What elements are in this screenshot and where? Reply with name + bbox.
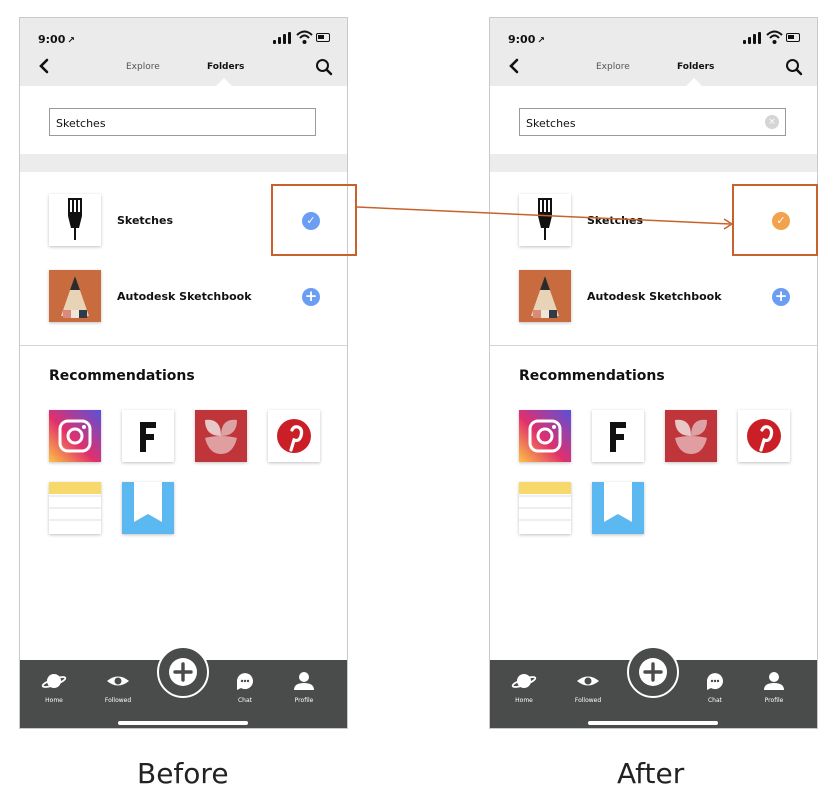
chat-bubble-icon (707, 673, 723, 690)
tab-home[interactable]: Home (504, 672, 544, 704)
system-status-icons (273, 30, 333, 45)
instagram-icon[interactable] (49, 410, 101, 462)
pencil-icon (49, 270, 101, 322)
status-time: 9:00 ↗ (38, 33, 75, 46)
eye-icon (577, 676, 599, 686)
top-bar: 9:00 ↗ Explore Folders (20, 18, 347, 86)
tab-followed[interactable]: Followed (568, 672, 608, 704)
pen-nib-icon (519, 194, 571, 246)
location-arrow-icon: ↗ (67, 36, 75, 46)
font-f-icon[interactable] (122, 410, 174, 462)
wifi-icon (766, 30, 783, 44)
highlight-box-after (732, 184, 818, 256)
folder-row-autodesk-sketchbook[interactable]: Autodesk Sketchbook + (20, 270, 347, 326)
system-status-icons (743, 30, 803, 45)
phone-screen-before: 9:00 ↗ Explore Folders Sketches Sketches … (19, 17, 348, 729)
search-input[interactable]: Sketches (49, 108, 316, 136)
search-icon[interactable] (315, 58, 333, 76)
tab-explore[interactable]: Explore (596, 62, 630, 72)
search-input[interactable]: Sketches × (519, 108, 786, 136)
folder-name: Sketches (117, 214, 174, 227)
signal-icon (743, 32, 761, 44)
search-icon[interactable] (785, 58, 803, 76)
location-arrow-icon: ↗ (537, 36, 545, 46)
add-post-button[interactable] (627, 646, 679, 698)
font-f-icon[interactable] (592, 410, 644, 462)
planet-icon (41, 674, 67, 688)
caption-after: After (617, 757, 685, 790)
active-tab-indicator (686, 78, 702, 86)
add-circle-icon[interactable]: + (772, 288, 790, 306)
planet-icon (511, 674, 537, 688)
tab-chat[interactable]: Chat (225, 672, 265, 704)
folder-name: Autodesk Sketchbook (117, 290, 252, 303)
battery-icon (786, 33, 800, 42)
plus-circle-icon (639, 658, 667, 686)
notes-icon[interactable] (519, 482, 571, 534)
clear-search-icon[interactable]: × (765, 115, 779, 129)
add-post-button[interactable] (157, 646, 209, 698)
battery-icon (316, 33, 330, 42)
pinterest-icon[interactable] (738, 410, 790, 462)
chevron-left-icon[interactable] (36, 58, 52, 74)
notes-icon[interactable] (49, 482, 101, 534)
pinterest-icon[interactable] (268, 410, 320, 462)
recommendations-title: Recommendations (49, 368, 195, 384)
recommendations-title: Recommendations (519, 368, 665, 384)
bookmark-icon[interactable] (122, 482, 174, 534)
search-input-value: Sketches (56, 117, 106, 130)
signal-icon (273, 32, 291, 44)
wifi-icon (296, 30, 313, 44)
instagram-icon[interactable] (519, 410, 571, 462)
pencil-icon (519, 270, 571, 322)
divider (20, 345, 347, 346)
plus-circle-icon (169, 658, 197, 686)
active-tab-indicator (216, 78, 232, 86)
bottom-tab-bar: Home Followed Chat Profile (490, 646, 817, 728)
tab-chat[interactable]: Chat (695, 672, 735, 704)
add-circle-icon[interactable]: + (302, 288, 320, 306)
bookmark-icon[interactable] (592, 482, 644, 534)
eye-icon (107, 676, 129, 686)
tab-home[interactable]: Home (34, 672, 74, 704)
top-bar: 9:00 ↗ Explore Folders (490, 18, 817, 86)
divider (490, 345, 817, 346)
person-icon (764, 672, 784, 690)
status-time: 9:00 ↗ (508, 33, 545, 46)
bottom-tab-bar: Home Followed Chat Profile (20, 646, 347, 728)
flower-icon[interactable] (665, 410, 717, 462)
tab-profile[interactable]: Profile (284, 672, 324, 704)
flower-icon[interactable] (195, 410, 247, 462)
highlight-box-before (271, 184, 357, 256)
folder-row-autodesk-sketchbook[interactable]: Autodesk Sketchbook + (490, 270, 817, 326)
caption-before: Before (137, 757, 229, 790)
section-separator (490, 154, 817, 172)
tab-folders[interactable]: Folders (207, 62, 244, 72)
folder-name: Sketches (587, 214, 644, 227)
phone-screen-after: 9:00 ↗ Explore Folders Sketches × Sketche… (489, 17, 818, 729)
section-separator (20, 154, 347, 172)
home-indicator (118, 721, 248, 725)
tab-followed[interactable]: Followed (98, 672, 138, 704)
folder-name: Autodesk Sketchbook (587, 290, 722, 303)
chevron-left-icon[interactable] (506, 58, 522, 74)
chat-bubble-icon (237, 673, 253, 690)
search-input-value: Sketches (526, 117, 576, 130)
tab-profile[interactable]: Profile (754, 672, 794, 704)
home-indicator (588, 721, 718, 725)
person-icon (294, 672, 314, 690)
tab-explore[interactable]: Explore (126, 62, 160, 72)
pen-nib-icon (49, 194, 101, 246)
tab-folders[interactable]: Folders (677, 62, 714, 72)
